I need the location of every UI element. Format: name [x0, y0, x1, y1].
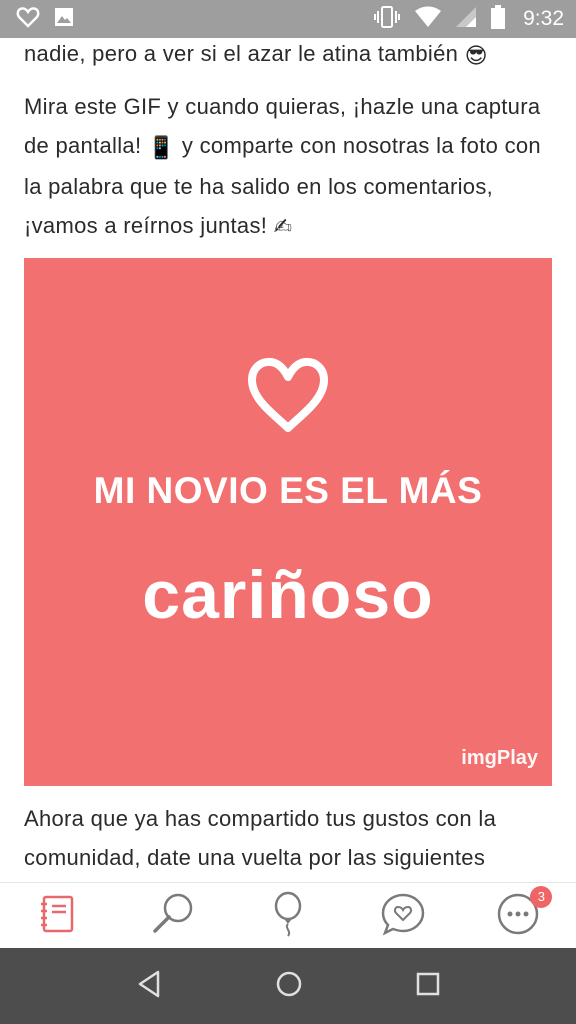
- system-navigation-bar: [0, 948, 576, 1024]
- balloon-icon: [271, 891, 305, 942]
- back-button[interactable]: [136, 970, 162, 1003]
- search-icon: [150, 891, 196, 942]
- gif-image[interactable]: MI NOVIO ES EL MÁS cariñoso imgPlay: [24, 258, 552, 786]
- battery-icon: [491, 4, 506, 34]
- vibrate-icon: [373, 5, 401, 33]
- writing-hand-emoji: ✍: [273, 214, 293, 240]
- chat-heart-icon: [380, 892, 426, 941]
- article-line-top: nadie, pero a ver si el azar le atina ta…: [0, 38, 576, 75]
- gif-word: cariñoso: [142, 557, 434, 633]
- imgplay-logo: imgPlay: [461, 747, 538, 769]
- heart-icon: [246, 356, 330, 439]
- nav-item-search[interactable]: [133, 884, 213, 948]
- bottom-navigation: 3: [0, 882, 576, 949]
- nav-item-community[interactable]: [363, 884, 443, 948]
- status-bar: 9:32: [0, 0, 576, 38]
- gif-headline: MI NOVIO ES EL MÁS: [93, 470, 483, 511]
- nav-item-notebook[interactable]: [18, 884, 98, 948]
- recents-button[interactable]: [416, 972, 440, 1001]
- home-button[interactable]: [275, 970, 303, 1003]
- nav-item-balloon[interactable]: [248, 884, 328, 948]
- wifi-icon: [415, 6, 442, 33]
- phone-emoji: 📱: [147, 134, 176, 160]
- signal-icon: [455, 6, 477, 33]
- nav-item-more[interactable]: 3: [478, 884, 558, 948]
- notification-badge: 3: [530, 886, 553, 908]
- image-icon: [54, 7, 74, 32]
- article-content[interactable]: nadie, pero a ver si el azar le atina ta…: [0, 38, 576, 882]
- clock: 9:32: [523, 7, 564, 30]
- sunglasses-emoji: 😎: [464, 42, 488, 68]
- notebook-icon: [38, 894, 78, 939]
- article-paragraph-next: Ahora que ya has compartido tus gustos c…: [24, 806, 497, 870]
- article-paragraph-intro: Mira este GIF y cuando quieras, ¡hazle u…: [0, 87, 576, 246]
- heart-outline-icon: [16, 6, 40, 33]
